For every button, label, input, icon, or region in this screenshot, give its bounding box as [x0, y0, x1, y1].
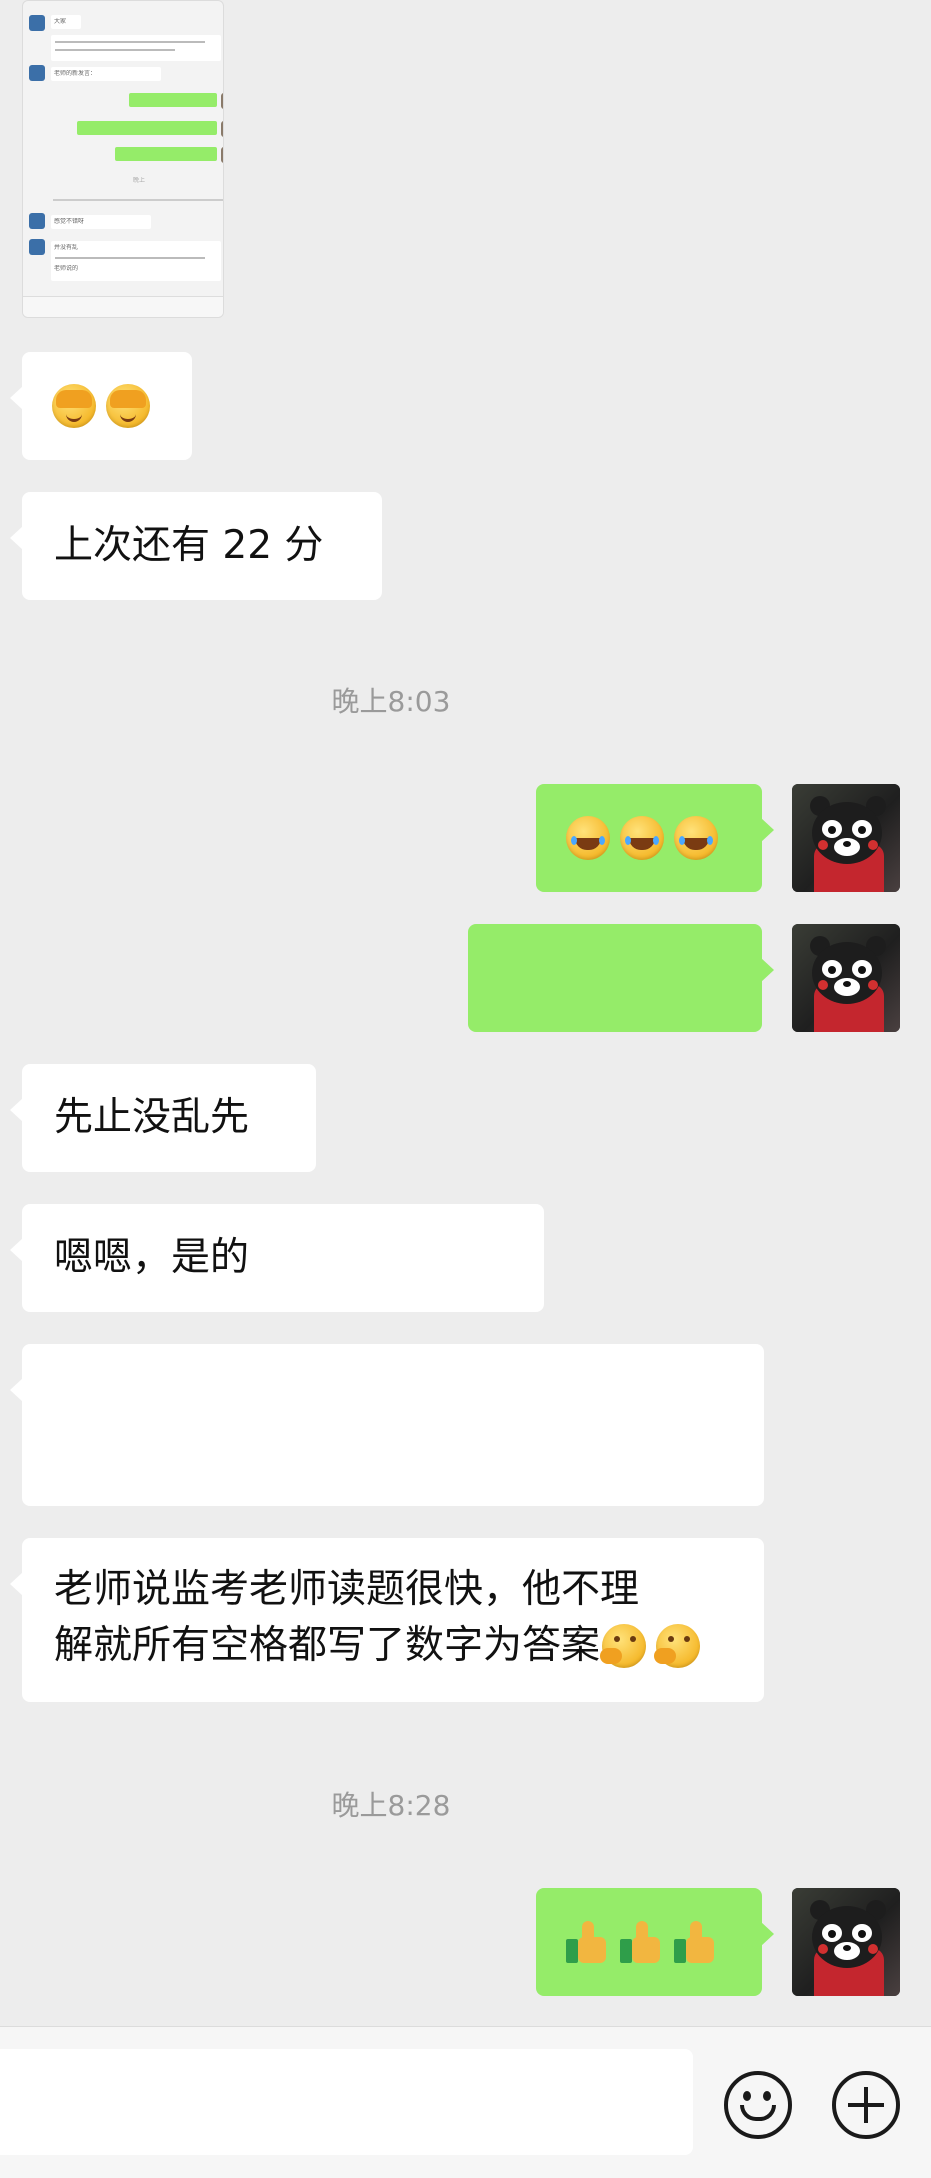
thumbs-up-emoji-icon	[672, 1919, 718, 1965]
thumb-avatar	[221, 93, 223, 109]
message-text: 嗯嗯，是的	[54, 1235, 250, 1280]
thumb-text: 大家	[54, 18, 67, 25]
thumb-line	[55, 49, 175, 51]
message-timestamp: 晚上8:03	[331, 685, 451, 718]
chat-input-bar	[0, 2026, 931, 2178]
thumb-bubble	[129, 93, 217, 107]
user-avatar[interactable]	[792, 784, 900, 892]
emoji-row	[52, 352, 162, 460]
incoming-message-bubble[interactable]	[10, 1344, 764, 1506]
facepalm-emoji-icon	[52, 384, 96, 428]
thumbs-up-emoji-icon	[564, 1919, 610, 1965]
thumb-bubble: 大家	[51, 15, 81, 29]
laughing-emoji-icon	[674, 816, 718, 860]
thumb-line	[55, 257, 205, 259]
thumb-bubble: 老师的新发言：	[51, 67, 161, 81]
thumbs-up-emoji-icon	[618, 1919, 664, 1965]
emoji-row	[566, 784, 732, 892]
plus-icon[interactable]	[832, 2071, 900, 2139]
user-avatar[interactable]	[792, 1888, 900, 1996]
thumb-line	[55, 41, 205, 43]
thumb-avatar	[221, 121, 223, 137]
thumb-avatar	[29, 239, 45, 255]
thumb-input-bar	[23, 296, 223, 317]
thumb-line	[53, 199, 223, 201]
message-text: 解就所有空格都写了数字为答案	[54, 1623, 601, 1668]
incoming-message-bubble[interactable]: 嗯嗯，是的	[10, 1204, 544, 1312]
incoming-message-bubble[interactable]: 上次还有 22 分	[10, 492, 382, 600]
emoji-row	[564, 1888, 734, 1996]
forwarded-screenshot-thumbnail[interactable]: 大家 老师的新发言： 晚上 感觉不错呀 并没有乱 老师说的	[22, 0, 224, 318]
message-timestamp: 晚上8:28	[331, 1789, 451, 1822]
outgoing-message-bubble[interactable]	[468, 924, 774, 1032]
thumb-avatar	[29, 15, 45, 31]
message-input[interactable]	[0, 2049, 693, 2155]
thumb-avatar	[29, 213, 45, 229]
thumb-text: 老师说的	[54, 265, 79, 272]
thumb-bubble	[51, 35, 221, 61]
incoming-message-bubble[interactable]: 老师说监考老师读题很快，他不理 解就所有空格都写了数字为答案	[10, 1538, 764, 1702]
thumb-text: 老师的新发言：	[54, 70, 97, 77]
outgoing-emoji-bubble[interactable]	[536, 1888, 774, 1996]
message-text: 先止没乱先	[54, 1095, 250, 1140]
message-text: 上次还有 22 分	[54, 523, 324, 568]
facepalm-emoji-icon	[106, 384, 150, 428]
thinking-emoji-icon	[600, 1624, 647, 1668]
thumb-timestamp: 晚上	[133, 177, 146, 184]
thumb-bubble	[77, 121, 217, 135]
incoming-message-bubble[interactable]: 先止没乱先	[10, 1064, 316, 1172]
laughing-emoji-icon	[620, 816, 664, 860]
message-text-line: 老师说监考老师读题很快，他不理	[54, 1567, 640, 1612]
thumb-text: 感觉不错呀	[54, 218, 85, 225]
thumb-bubble: 感觉不错呀	[51, 215, 151, 229]
laughing-emoji-icon	[566, 816, 610, 860]
thumb-bubble: 并没有乱 老师说的	[51, 241, 221, 281]
thumb-text: 并没有乱	[54, 244, 79, 251]
thumb-bubble	[115, 147, 217, 161]
thumb-avatar	[221, 147, 223, 163]
message-text-line-with-emoji: 解就所有空格都写了数字为答案	[54, 1618, 732, 1674]
thumb-avatar	[29, 65, 45, 81]
emoji-icon[interactable]	[724, 2071, 792, 2139]
incoming-emoji-bubble[interactable]	[10, 352, 192, 460]
user-avatar[interactable]	[792, 924, 900, 1032]
thinking-emoji-icon	[654, 1624, 701, 1668]
outgoing-emoji-bubble[interactable]	[536, 784, 774, 892]
